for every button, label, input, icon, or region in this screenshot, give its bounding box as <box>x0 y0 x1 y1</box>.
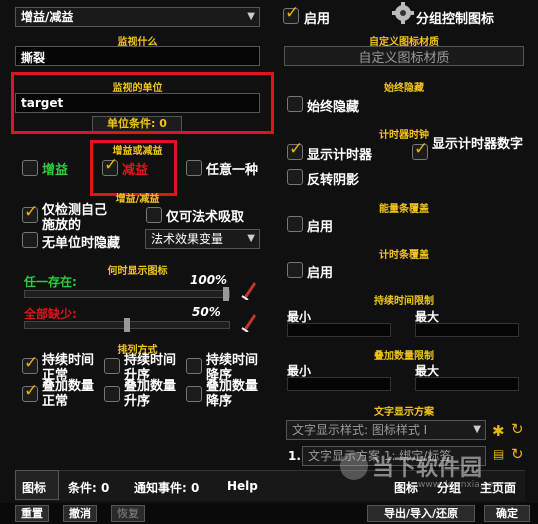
always-hide-checkbox[interactable] <box>287 96 303 112</box>
trigger-type-dropdown[interactable]: 增益/减益 ▼ <box>15 7 260 27</box>
hide-no-unit-checkbox[interactable] <box>22 232 38 248</box>
sort-stack-normal-label: 叠加数量正常 <box>42 379 95 409</box>
power-bar-title: 能量条覆盖 <box>379 204 429 215</box>
text-style-dropdown[interactable]: 文字显示样式: 图标样式 I ▼ <box>286 420 486 440</box>
undo-label: 撤消 <box>69 507 91 520</box>
monitor-unit-highlight <box>11 72 274 134</box>
power-bar-enable-label: 启用 <box>307 220 334 235</box>
stack-max-input[interactable] <box>415 377 519 391</box>
tab-icon[interactable]: 图标 <box>22 479 46 496</box>
always-hide-label: 始终隐藏 <box>307 100 360 115</box>
custom-tex-input[interactable]: 自定义图标材质 <box>284 46 524 66</box>
all-missing-slider[interactable] <box>24 318 230 332</box>
sort-stack-desc-label: 叠加数量降序 <box>206 379 259 409</box>
watermark-logo <box>340 452 368 480</box>
sort-duration-normal-checkbox[interactable] <box>22 353 38 374</box>
debuff-highlight <box>90 140 177 196</box>
redo-label: 恢复 <box>117 507 139 520</box>
trigger-type-value: 增益/减益 <box>21 10 74 24</box>
any-exists-value: 100% <box>190 273 228 287</box>
text-scheme-title: 文字显示方案 <box>374 407 434 418</box>
sort-stack-asc-checkbox[interactable] <box>104 386 120 402</box>
any-label: 任意一种 <box>206 163 259 178</box>
export-import-button[interactable]: 导出/导入/还原 <box>367 505 475 522</box>
show-timer-checkbox[interactable] <box>287 139 303 160</box>
undo-button[interactable]: 撤消 <box>63 505 97 522</box>
reverse-shadow-label: 反转阴影 <box>307 173 360 188</box>
hide-no-unit-label: 无单位时隐藏 <box>42 236 121 251</box>
any-exists-slider-handle[interactable] <box>223 287 229 301</box>
chevron-down-icon: ▼ <box>247 233 255 244</box>
group-gear-icon[interactable] <box>392 2 414 24</box>
duration-max-input[interactable] <box>415 323 519 337</box>
sort-duration-desc-checkbox[interactable] <box>186 358 202 374</box>
buff-label: 增益 <box>42 163 69 178</box>
watermark-text: 当下软件园 <box>372 456 483 481</box>
refresh-icon[interactable]: ↻ <box>511 445 524 463</box>
sort-stack-asc-label: 叠加数量升序 <box>124 379 177 409</box>
show-timer-label: 显示计时器 <box>307 148 373 163</box>
any-exists-slider[interactable] <box>24 287 230 301</box>
redo-button[interactable]: 恢复 <box>111 505 145 522</box>
custom-tex-placeholder: 自定义图标材质 <box>358 51 450 66</box>
stack-min-input[interactable] <box>287 377 391 391</box>
reset-button[interactable]: 重置 <box>15 505 49 522</box>
enable-checkbox[interactable] <box>283 3 299 24</box>
chevron-down-icon: ▼ <box>247 11 255 22</box>
power-bar-enable-checkbox[interactable] <box>287 216 303 232</box>
icon-config-window: 增益/减益 ▼ 启用 分组控制图标 监视什么 撕裂 监视的单位 target 单… <box>0 0 538 524</box>
tab-help[interactable]: Help <box>227 479 258 493</box>
refresh-icon[interactable]: ↻ <box>511 420 524 438</box>
buff-checkbox[interactable] <box>22 160 38 176</box>
only-mine-label: 仅检测自己施放的 <box>42 203 108 233</box>
timer-bar-enable-checkbox[interactable] <box>287 262 303 278</box>
only-mine-checkbox[interactable] <box>22 202 38 223</box>
timer-bar-title: 计时条覆盖 <box>379 250 429 261</box>
tab-notify[interactable]: 通知事件: 0 <box>134 479 199 496</box>
only-stealable-checkbox[interactable] <box>146 207 162 223</box>
sort-stack-normal-checkbox[interactable] <box>22 381 38 402</box>
copy-icon[interactable]: ▤ <box>493 447 504 461</box>
sword-icon[interactable] <box>240 310 258 333</box>
gear-icon[interactable]: ✱ <box>492 422 505 440</box>
chevron-down-icon: ▼ <box>473 424 481 435</box>
all-missing-slider-handle[interactable] <box>124 318 130 332</box>
stack-limit-title: 叠加数量限制 <box>374 351 434 362</box>
group-icon-label: 分组控制图标 <box>416 12 495 27</box>
spell-effect-var-dropdown[interactable]: 法术效果变量 ▼ <box>145 229 260 249</box>
duration-limit-title: 持续时间限制 <box>374 296 434 307</box>
tab-conditions[interactable]: 条件: 0 <box>68 479 109 496</box>
sword-icon[interactable] <box>240 278 258 301</box>
any-exists-label: 任一存在: <box>24 275 77 289</box>
export-import-label: 导出/导入/还原 <box>383 507 459 520</box>
ok-label: 确定 <box>496 507 518 520</box>
show-timer-digits-checkbox[interactable] <box>412 139 428 160</box>
all-missing-label: 全部缺少: <box>24 307 77 321</box>
reverse-shadow-checkbox[interactable] <box>287 169 303 185</box>
reset-label: 重置 <box>21 507 43 520</box>
always-hide-title: 始终隐藏 <box>384 83 424 94</box>
timer-bar-enable-label: 启用 <box>307 266 334 281</box>
any-checkbox[interactable] <box>186 160 202 176</box>
all-missing-value: 50% <box>192 305 221 319</box>
monitor-what-input[interactable]: 撕裂 <box>15 46 260 66</box>
only-stealable-label: 仅可法术吸取 <box>166 210 245 225</box>
duration-min-input[interactable] <box>287 323 391 337</box>
watermark-url: www.downxia.com <box>418 480 502 490</box>
sort-stack-desc-checkbox[interactable] <box>186 386 202 402</box>
text-style-value: 文字显示样式: 图标样式 I <box>292 423 428 437</box>
ok-button[interactable]: 确定 <box>484 505 530 522</box>
sort-duration-asc-checkbox[interactable] <box>104 358 120 374</box>
spell-effect-var-value: 法术效果变量 <box>151 232 224 246</box>
show-timer-digits-label: 显示计时器数字 <box>432 137 524 152</box>
enable-label: 启用 <box>304 12 331 27</box>
monitor-what-value: 撕裂 <box>21 51 46 65</box>
text-scheme-row-number: 1. <box>288 449 301 463</box>
